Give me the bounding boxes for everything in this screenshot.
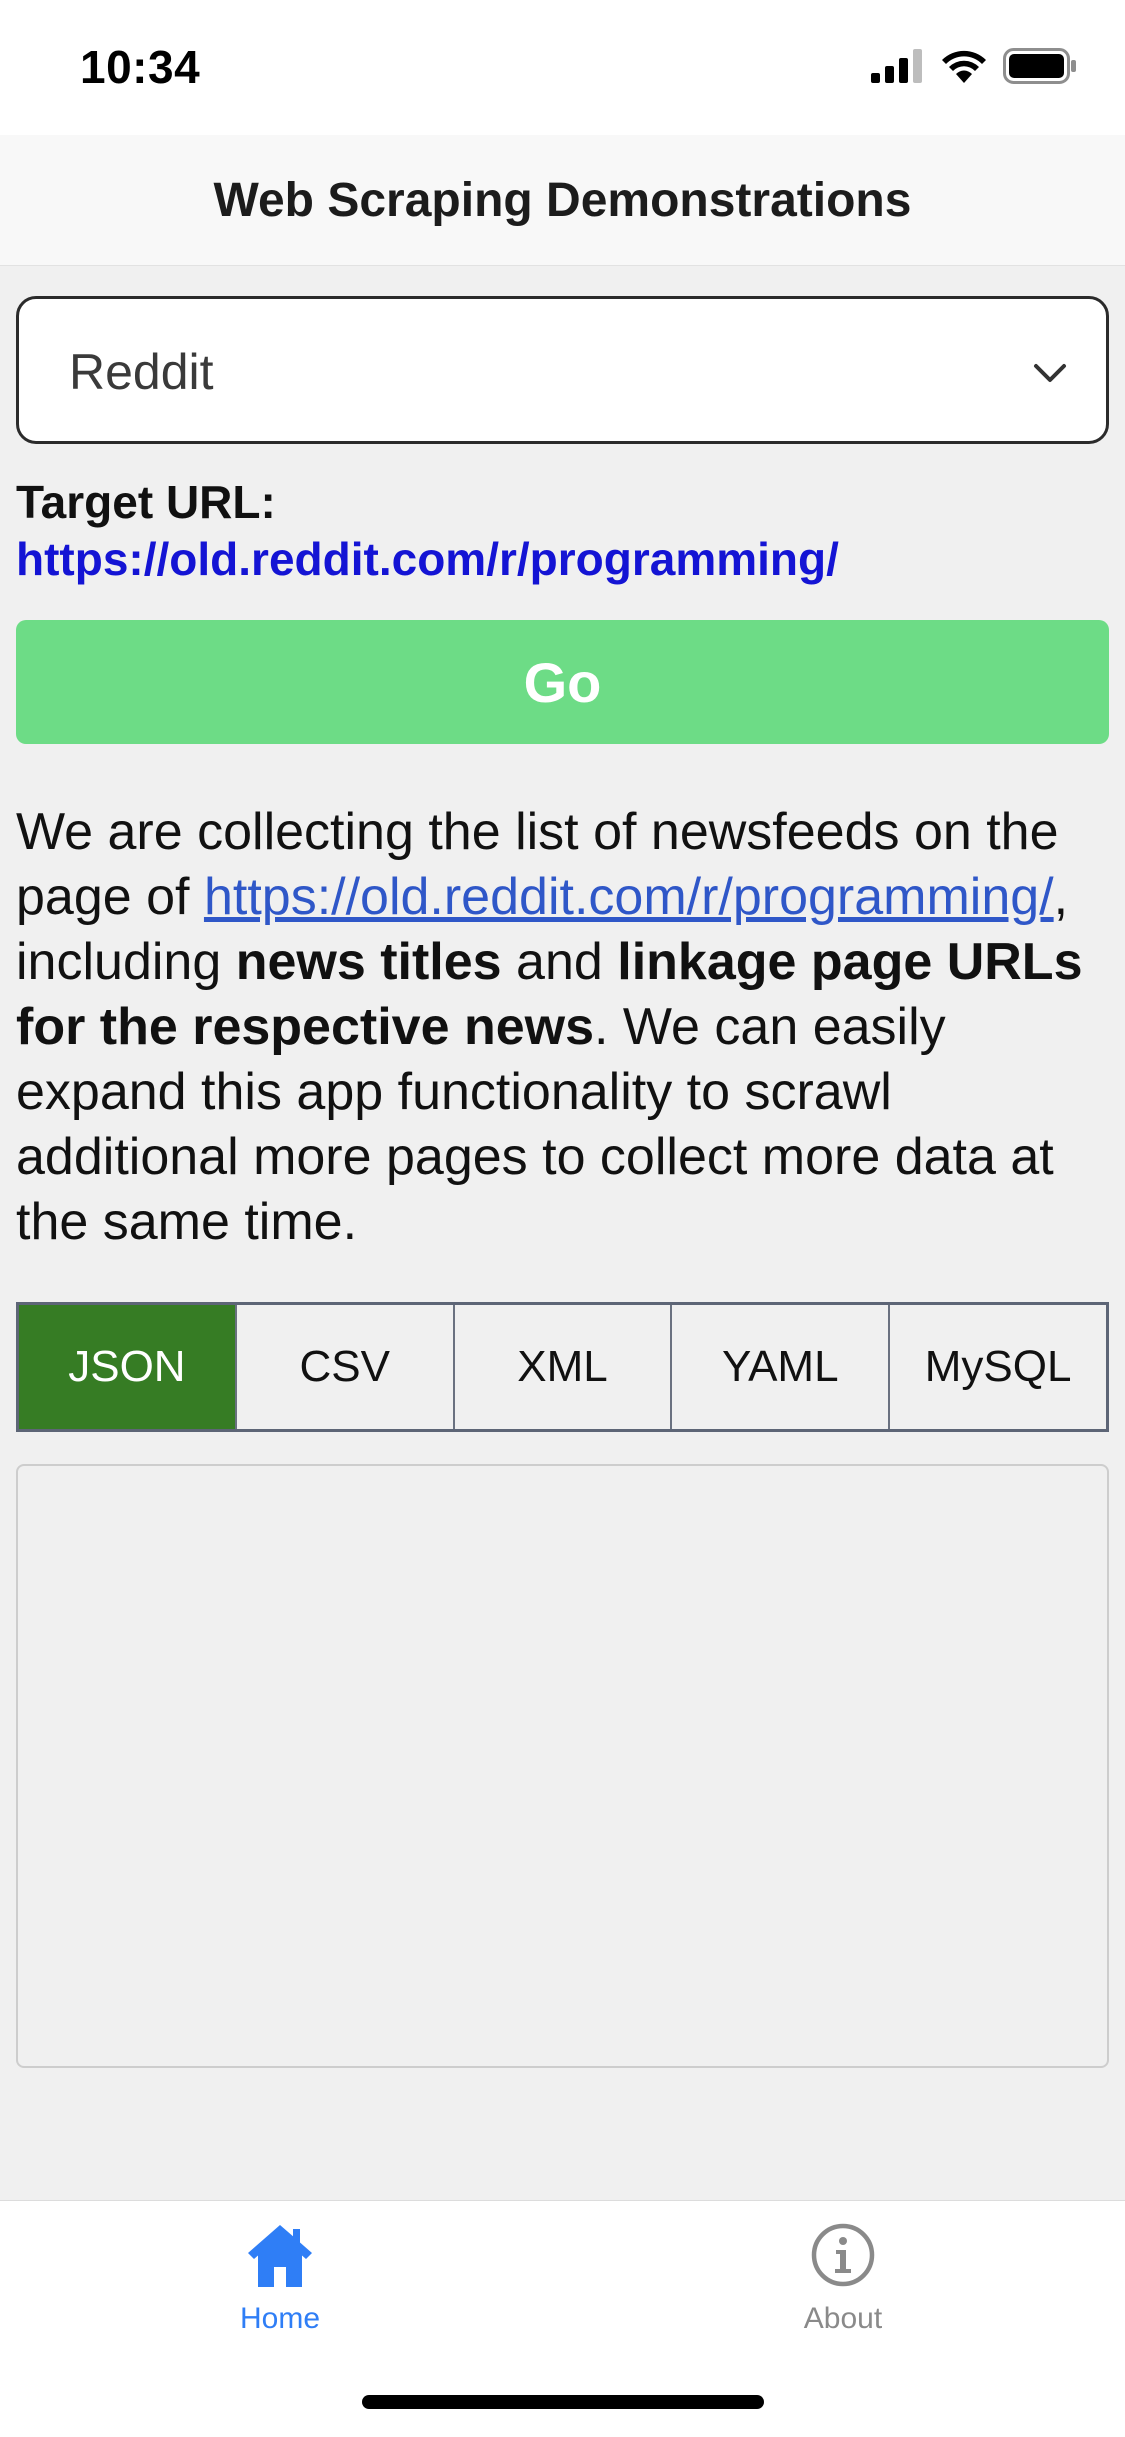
chevron-down-icon (1030, 353, 1070, 398)
info-icon (809, 2221, 877, 2294)
format-tabs: JSON CSV XML YAML MySQL (16, 1302, 1109, 1432)
output-textarea[interactable] (16, 1464, 1109, 2068)
home-indicator[interactable] (362, 2395, 764, 2409)
description-text: We are collecting the list of newsfeeds … (16, 800, 1116, 1255)
site-select-value: Reddit (69, 344, 214, 400)
tab-json[interactable]: JSON (19, 1305, 237, 1429)
tab-about[interactable]: About (743, 2221, 943, 2336)
status-bar: 10:34 (0, 0, 1125, 135)
tab-csv[interactable]: CSV (237, 1305, 455, 1429)
battery-icon (1003, 48, 1077, 89)
status-time: 10:34 (80, 41, 201, 93)
bottom-tab-bar: Home About (0, 2200, 1125, 2437)
go-button[interactable]: Go (16, 620, 1109, 744)
tab-about-label: About (803, 2302, 883, 2335)
tab-home-label: Home (239, 2302, 321, 2335)
tab-mysql[interactable]: MySQL (890, 1305, 1106, 1429)
site-select[interactable]: Reddit (16, 296, 1109, 444)
home-icon (244, 2221, 316, 2294)
wifi-icon (941, 49, 987, 88)
page-title: Web Scraping Demonstrations (213, 173, 912, 227)
target-url-link[interactable]: https://old.reddit.com/r/programming/ (16, 533, 839, 585)
tab-home[interactable]: Home (180, 2221, 380, 2336)
description-link[interactable]: https://old.reddit.com/r/programming/ (204, 868, 1054, 926)
status-icons (871, 48, 1077, 89)
cellular-signal-icon (871, 49, 925, 88)
nav-header: Web Scraping Demonstrations (0, 135, 1125, 266)
description-part: and (501, 933, 618, 991)
description-bold: news titles (235, 933, 502, 991)
tab-yaml[interactable]: YAML (672, 1305, 891, 1429)
target-url-label: Target URL: (16, 476, 276, 528)
tab-xml[interactable]: XML (455, 1305, 673, 1429)
target-url: Target URL: https://old.reddit.com/r/pro… (16, 474, 1109, 588)
